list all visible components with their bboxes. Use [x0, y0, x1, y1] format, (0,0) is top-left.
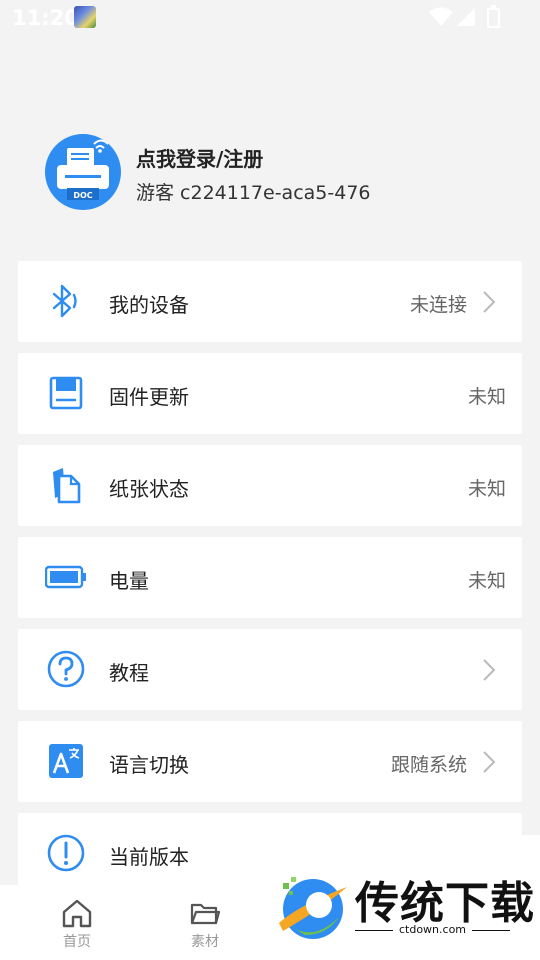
battery-icon — [45, 565, 86, 589]
menu-item-language[interactable]: 语言切换 跟随系统 — [18, 721, 522, 802]
battery-status: 未知 — [467, 570, 506, 592]
chevron-right-icon — [483, 291, 496, 313]
notification-thumbnail-icon — [74, 6, 96, 28]
menu-label: 纸张状态 — [109, 477, 189, 501]
home-icon — [62, 899, 92, 928]
printer-avatar-icon[interactable]: DOC — [45, 134, 121, 210]
menu-label: 语言切换 — [109, 753, 189, 777]
language-icon — [49, 744, 83, 778]
firmware-save-icon — [49, 376, 83, 410]
menu-item-tutorial[interactable]: 教程 — [18, 629, 522, 710]
watermark-title: 传统下载 — [355, 878, 535, 929]
signal-icon — [457, 8, 475, 26]
guest-id-text: 游客 c224117e-aca5-476 — [136, 182, 371, 204]
chevron-right-icon — [483, 659, 496, 681]
menu-item-my-device[interactable]: 我的设备 未连接 — [18, 261, 522, 342]
avatar-doc-text: DOC — [73, 191, 92, 200]
nav-materials-label: 素材 — [191, 934, 219, 950]
watermark-globe-icon — [279, 877, 347, 939]
menu-label: 电量 — [109, 569, 149, 593]
info-icon — [47, 834, 85, 872]
paper-icon — [53, 468, 81, 504]
device-status: 未连接 — [409, 294, 467, 316]
help-icon — [47, 650, 85, 688]
bluetooth-icon — [52, 284, 77, 318]
profile-header[interactable]: DOC 点我登录/注册 游客 c224117e-aca5-476 — [45, 134, 525, 214]
menu-label: 固件更新 — [109, 385, 189, 409]
status-bar: 11:20 — [0, 0, 540, 36]
chevron-right-icon — [483, 751, 496, 773]
menu-item-paper-status[interactable]: 纸张状态 未知 — [18, 445, 522, 526]
nav-materials[interactable]: 素材 — [170, 897, 240, 951]
firmware-status: 未知 — [467, 386, 506, 408]
paper-status: 未知 — [467, 478, 506, 500]
battery-status-icon — [487, 5, 500, 28]
status-time: 11:20 — [12, 6, 79, 30]
menu-label: 我的设备 — [109, 293, 189, 317]
language-value: 跟随系统 — [390, 754, 467, 776]
nav-home[interactable]: 首页 — [42, 897, 112, 951]
watermark-url: ctdown.com — [355, 923, 510, 936]
folder-icon — [190, 903, 221, 925]
menu-label: 当前版本 — [109, 845, 189, 869]
wifi-icon — [429, 7, 453, 26]
login-register-link[interactable]: 点我登录/注册 — [136, 143, 263, 172]
menu-item-battery[interactable]: 电量 未知 — [18, 537, 522, 618]
menu-label: 教程 — [109, 661, 149, 685]
nav-home-label: 首页 — [63, 934, 91, 950]
menu-item-firmware-update[interactable]: 固件更新 未知 — [18, 353, 522, 434]
watermark-logo: 传统下载 ctdown.com — [265, 835, 540, 960]
